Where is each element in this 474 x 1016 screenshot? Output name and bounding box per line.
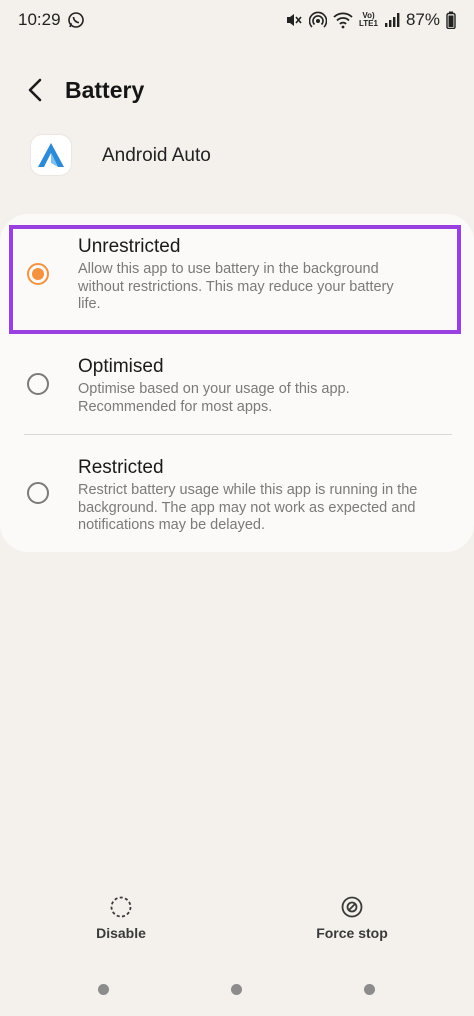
status-bar: 10:29 Vo) LTE1 87%	[0, 0, 474, 40]
status-right: Vo) LTE1 87%	[285, 10, 456, 30]
disable-label: Disable	[96, 925, 146, 941]
app-name: Android Auto	[102, 145, 211, 166]
disable-icon	[110, 896, 132, 918]
wifi-icon	[333, 12, 353, 29]
mute-icon	[287, 14, 302, 26]
status-time: 10:29	[18, 10, 61, 29]
option-description: Restrict battery usage while this app is…	[78, 482, 418, 533]
force-stop-label: Force stop	[316, 925, 388, 941]
radio-button[interactable]	[27, 373, 49, 395]
force-stop-icon	[341, 896, 363, 918]
battery-icon	[446, 11, 456, 29]
battery-percent: 87%	[405, 10, 440, 29]
option-title: Optimised	[78, 356, 164, 377]
volte-icon: Vo) LTE1	[359, 12, 378, 28]
hotspot-icon	[309, 11, 327, 28]
android-auto-icon	[31, 135, 71, 175]
bottom-actions: Disable Force stop	[0, 895, 474, 955]
nav-recents-button[interactable]	[98, 984, 109, 995]
header: Battery	[0, 68, 474, 112]
signal-icon	[384, 13, 400, 27]
status-left: 10:29	[18, 10, 85, 30]
nav-home-button[interactable]	[231, 984, 242, 995]
navigation-bar	[0, 984, 474, 996]
option-description: Optimise based on your usage of this app…	[78, 381, 350, 415]
page-title: Battery	[65, 77, 145, 103]
whatsapp-icon	[67, 12, 84, 28]
option-optimised[interactable]: Optimised Optimise based on your usage o…	[0, 354, 474, 424]
highlight-box	[9, 225, 461, 334]
volte-label-bottom: LTE1	[359, 19, 378, 28]
option-restricted[interactable]: Restricted Restrict battery usage while …	[0, 455, 474, 540]
app-info-row: Android Auto	[0, 132, 474, 180]
option-title: Restricted	[78, 457, 164, 478]
back-arrow-icon[interactable]	[22, 76, 50, 104]
divider	[24, 434, 452, 435]
force-stop-button[interactable]: Force stop	[292, 895, 412, 941]
radio-button[interactable]	[27, 482, 49, 504]
nav-back-button[interactable]	[364, 984, 375, 995]
disable-button[interactable]: Disable	[61, 895, 181, 941]
